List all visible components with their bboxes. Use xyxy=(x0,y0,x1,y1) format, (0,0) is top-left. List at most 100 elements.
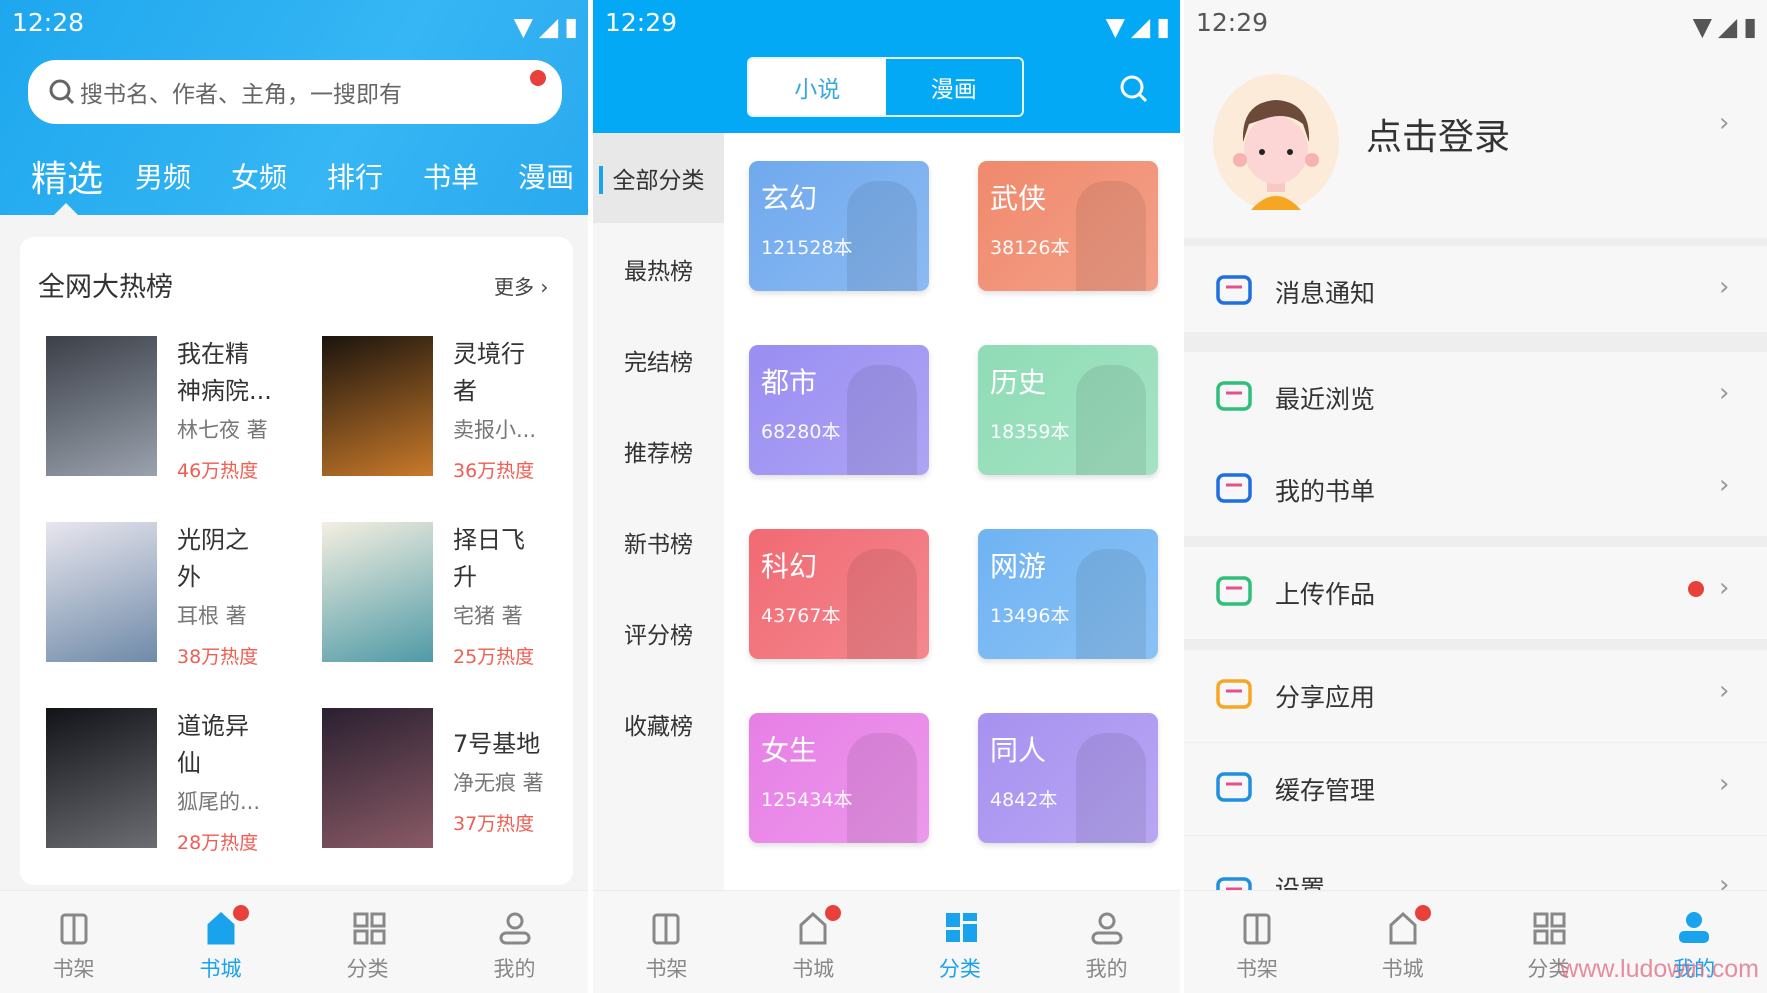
book-item[interactable]: 光阴之外耳根 著 38万热度 xyxy=(46,522,306,672)
menu-item[interactable]: 最近浏览 › xyxy=(1184,352,1767,444)
book-cover[interactable] xyxy=(46,522,157,662)
user-icon xyxy=(1091,912,1123,945)
search-icon xyxy=(49,79,75,105)
status-time: 12:29 xyxy=(1196,8,1269,37)
tab-3[interactable]: 排行 xyxy=(327,156,383,196)
book-item[interactable]: 灵境行者卖报小... 36万热度 xyxy=(322,336,582,486)
sidebar-item[interactable]: 完结榜 xyxy=(593,315,724,405)
nav-item-3[interactable]: 我的 xyxy=(1057,891,1157,993)
book-cover[interactable] xyxy=(322,336,433,476)
category-card[interactable]: 同人 4842本 xyxy=(978,713,1158,843)
category-name: 都市 xyxy=(761,366,818,399)
notification-dot xyxy=(825,905,842,921)
book-cover[interactable] xyxy=(46,708,157,848)
book-author: 耳根 著 xyxy=(177,604,247,628)
login-row[interactable]: 点击登录 › xyxy=(1184,40,1767,238)
sidebar-item[interactable]: 评分榜 xyxy=(593,588,724,678)
menu-label: 缓存管理 xyxy=(1275,776,1376,805)
menu-item[interactable]: 上传作品 › xyxy=(1184,547,1767,639)
sidebar-item[interactable]: 新书榜 xyxy=(593,497,724,587)
search-input[interactable]: 搜书名、作者、主角，一搜即有 xyxy=(28,60,562,124)
tab-4[interactable]: 书单 xyxy=(423,156,479,196)
category-card[interactable]: 都市 68280本 xyxy=(749,345,929,475)
menu-label: 最近浏览 xyxy=(1275,385,1376,414)
sidebar-item[interactable]: 最热榜 xyxy=(593,224,724,314)
nav-item-1[interactable]: 书城 xyxy=(763,891,863,993)
book-author: 宅猪 著 xyxy=(453,604,523,628)
menu-item[interactable]: 消息通知 › xyxy=(1184,246,1767,332)
book-heat: 46万热度 xyxy=(177,460,259,482)
grid-icon xyxy=(353,912,385,945)
nav-label: 书城 xyxy=(792,957,835,981)
more-link[interactable]: 更多 › xyxy=(494,271,548,300)
category-name: 科幻 xyxy=(761,550,818,583)
category-card[interactable]: 科幻 43767本 xyxy=(749,529,929,659)
nav-item-0[interactable]: 书架 xyxy=(24,891,124,993)
menu-item[interactable]: 缓存管理 › xyxy=(1184,743,1767,835)
nav-item-2[interactable]: 分类 xyxy=(910,891,1010,993)
menu-item[interactable]: 设置› xyxy=(1184,836,1767,907)
segment-comic[interactable]: 漫画 xyxy=(886,59,1023,115)
notification-dot xyxy=(232,905,249,921)
book-heat: 28万热度 xyxy=(177,832,259,854)
menu-label: 分享应用 xyxy=(1275,683,1376,712)
nav-item-3[interactable]: 我的 xyxy=(465,891,565,993)
book-heat: 25万热度 xyxy=(453,646,535,668)
sidebar-item[interactable]: 收藏榜 xyxy=(593,679,724,769)
category-card[interactable]: 玄幻 121528本 xyxy=(749,161,929,291)
tab-0[interactable]: 精选 xyxy=(31,150,103,202)
book-title-line2: 者 xyxy=(453,377,477,405)
category-card[interactable]: 武侠 38126本 xyxy=(978,161,1158,291)
type-segmented-control: 小说 漫画 xyxy=(747,57,1024,117)
book-cover[interactable] xyxy=(46,336,157,476)
category-name: 武侠 xyxy=(990,182,1047,215)
book-info: 我在精 神病院... 林七夜 著 46万热度 xyxy=(177,336,297,483)
category-count: 125434本 xyxy=(761,789,853,811)
menu-item[interactable]: 分享应用 › xyxy=(1184,650,1767,742)
book-info: 7号基地 净无痕 著 37万热度 xyxy=(453,726,573,836)
category-name: 网游 xyxy=(990,550,1047,583)
book-author: 卖报小... xyxy=(453,418,537,442)
category-count: 43767本 xyxy=(761,605,841,627)
signal-icon: ◢ xyxy=(1131,12,1151,41)
tab-5[interactable]: 漫画 xyxy=(518,156,574,196)
nav-item-0[interactable]: 书架 xyxy=(1207,891,1307,993)
category-card[interactable]: 网游 13496本 xyxy=(978,529,1158,659)
notification-dot xyxy=(1688,581,1704,597)
tab-1[interactable]: 男频 xyxy=(135,156,191,196)
book-cover[interactable] xyxy=(322,708,433,848)
menu-item[interactable]: 我的书单 › xyxy=(1184,444,1767,536)
bookshelf-icon xyxy=(1243,913,1271,945)
nav-item-0[interactable]: 书架 xyxy=(616,891,716,993)
upload-icon xyxy=(1214,573,1254,617)
menu-label: 我的书单 xyxy=(1275,477,1376,506)
book-item[interactable]: 我在精 神病院... 林七夜 著 46万热度 xyxy=(46,336,306,486)
watermark: www.ludowin.com xyxy=(1560,955,1759,983)
login-label: 点击登录 xyxy=(1366,117,1511,158)
sidebar-item[interactable]: 全部分类 xyxy=(593,133,724,223)
nav-item-1[interactable]: 书城 xyxy=(1353,891,1453,993)
nav-item-2[interactable]: 分类 xyxy=(318,891,418,993)
category-card[interactable]: 女生 125434本 xyxy=(749,713,929,843)
segment-novel[interactable]: 小说 xyxy=(749,59,886,115)
book-title-line2: 仙 xyxy=(177,749,201,777)
status-time: 12:28 xyxy=(12,8,85,37)
book-item[interactable]: 择日飞升宅猪 著 25万热度 xyxy=(322,522,582,672)
status-icons: ▼ ◢ ▮ xyxy=(1693,12,1757,41)
book-cover[interactable] xyxy=(322,522,433,662)
search-icon[interactable] xyxy=(1118,73,1150,105)
book-item[interactable]: 7号基地 净无痕 著 37万热度 xyxy=(322,708,582,858)
book-item[interactable]: 道诡异仙狐尾的... 28万热度 xyxy=(46,708,306,858)
section-title: 全网大热榜 xyxy=(38,272,173,303)
signal-icon: ◢ xyxy=(1718,12,1738,41)
book-title-line1: 灵境行 xyxy=(453,340,525,368)
tab-2[interactable]: 女频 xyxy=(231,156,287,196)
menu-label: 消息通知 xyxy=(1275,279,1376,308)
sidebar-item[interactable]: 推荐榜 xyxy=(593,406,724,496)
category-card[interactable]: 历史 18359本 xyxy=(978,345,1158,475)
nav-label: 书架 xyxy=(645,957,688,981)
bookshelf-icon xyxy=(60,913,87,945)
booklist-icon xyxy=(1214,470,1254,514)
book-title-line2: 升 xyxy=(453,563,477,591)
nav-item-1[interactable]: 书城 xyxy=(171,891,271,993)
